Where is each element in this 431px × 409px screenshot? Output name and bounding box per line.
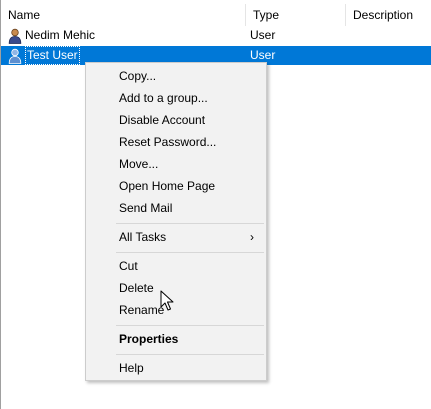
menu-item-send-mail[interactable]: Send Mail	[88, 197, 264, 219]
row-type: User	[250, 28, 276, 42]
menu-separator	[116, 325, 264, 326]
menu-item-reset-password[interactable]: Reset Password...	[88, 131, 264, 153]
list-view-window: Name Type Description Nedim Mehic User T…	[0, 0, 431, 409]
menu-item-disable-account[interactable]: Disable Account	[88, 109, 264, 131]
menu-item-rename[interactable]: Rename	[88, 299, 264, 321]
name-cell: Nedim Mehic	[8, 26, 238, 45]
menu-item-delete[interactable]: Delete	[88, 277, 264, 299]
row-name: Nedim Mehic	[25, 28, 96, 42]
user-icon	[8, 48, 22, 64]
chevron-right-icon: ›	[250, 230, 254, 244]
column-header-name[interactable]: Name	[1, 4, 245, 26]
column-header-description[interactable]: Description	[345, 4, 431, 26]
menu-item-all-tasks[interactable]: All Tasks ›	[88, 226, 264, 248]
menu-separator	[116, 223, 264, 224]
menu-item-properties[interactable]: Properties	[88, 328, 264, 350]
menu-item-label: All Tasks	[119, 230, 167, 244]
menu-item-move[interactable]: Move...	[88, 153, 264, 175]
menu-item-help[interactable]: Help	[88, 357, 264, 379]
menu-item-open-home-page[interactable]: Open Home Page	[88, 175, 264, 197]
column-header-type[interactable]: Type	[245, 4, 345, 26]
user-icon	[8, 28, 22, 44]
context-menu: Copy... Add to a group... Disable Accoun…	[85, 62, 267, 381]
table-row[interactable]: Nedim Mehic User	[1, 26, 431, 45]
column-header: Name Type Description	[1, 4, 431, 26]
menu-separator	[116, 252, 264, 253]
menu-item-cut[interactable]: Cut	[88, 255, 264, 277]
menu-item-add-to-group[interactable]: Add to a group...	[88, 87, 264, 109]
row-name: Test User	[25, 46, 80, 65]
menu-separator	[116, 354, 264, 355]
menu-item-copy[interactable]: Copy...	[88, 65, 264, 87]
